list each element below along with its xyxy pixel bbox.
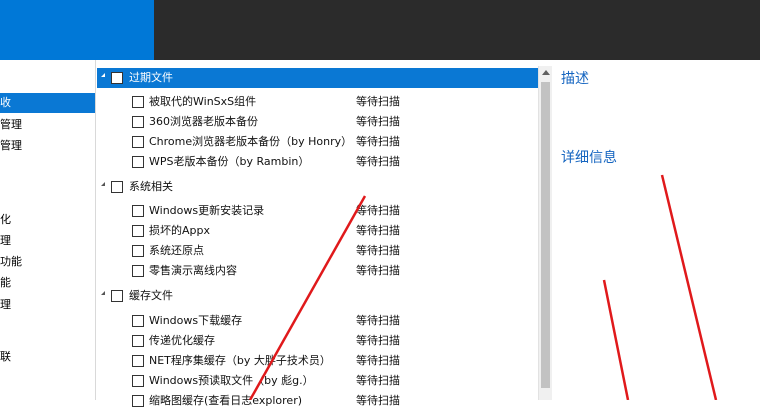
item-label: Chrome浏览器老版本备份（by Honry） xyxy=(149,135,353,148)
checkbox[interactable] xyxy=(132,136,144,148)
category-label: 过期文件 xyxy=(129,71,173,84)
tree-item[interactable]: Chrome浏览器老版本备份（by Honry） 等待扫描 xyxy=(97,132,538,152)
item-status: 等待扫描 xyxy=(356,115,400,128)
item-label: 360浏览器老版本备份 xyxy=(149,115,258,128)
checkbox[interactable] xyxy=(111,290,123,302)
item-status: 等待扫描 xyxy=(356,264,400,277)
scroll-up-arrow-icon[interactable] xyxy=(542,70,550,75)
expand-arrow-icon[interactable] xyxy=(101,182,105,186)
item-label: 缩略图缓存(查看日志explorer) xyxy=(149,394,303,407)
item-label: 传递优化缓存 xyxy=(149,334,215,347)
sidebar-item[interactable]: 能 xyxy=(0,273,95,293)
expand-arrow-icon[interactable] xyxy=(101,291,105,295)
item-status: 等待扫描 xyxy=(356,334,400,347)
category-row-system[interactable]: 系统相关 xyxy=(97,177,538,197)
sidebar-item[interactable]: 功能 xyxy=(0,252,95,272)
item-status: 等待扫描 xyxy=(356,314,400,327)
description-heading: 描述 xyxy=(561,71,589,87)
item-label: 被取代的WinSxS组件 xyxy=(149,95,257,108)
tree-item[interactable]: 360浏览器老版本备份 等待扫描 xyxy=(97,112,538,132)
category-label: 缓存文件 xyxy=(129,289,173,302)
item-status: 等待扫描 xyxy=(356,204,400,217)
checkbox[interactable] xyxy=(132,335,144,347)
item-status: 等待扫描 xyxy=(356,354,400,367)
item-label: 零售演示离线内容 xyxy=(149,264,237,277)
tree-item[interactable]: 被取代的WinSxS组件 等待扫描 xyxy=(97,92,538,112)
sidebar-item[interactable]: 理 xyxy=(0,295,95,315)
item-label: NET程序集缓存（by 大胖子技术员） xyxy=(149,354,331,367)
checkbox[interactable] xyxy=(111,72,123,84)
checkbox[interactable] xyxy=(132,375,144,387)
item-label: 系统还原点 xyxy=(149,244,204,257)
item-status: 等待扫描 xyxy=(356,374,400,387)
item-status: 等待扫描 xyxy=(356,224,400,237)
detail-panel: 描述 详细信息 xyxy=(553,60,760,400)
checkbox[interactable] xyxy=(132,395,144,407)
item-status: 等待扫描 xyxy=(356,155,400,168)
item-label: WPS老版本备份（by Rambin） xyxy=(149,155,310,168)
sidebar-item[interactable]: 管理 xyxy=(0,115,95,135)
tree-item[interactable]: 损坏的Appx 等待扫描 xyxy=(97,221,538,241)
title-bar xyxy=(0,0,760,60)
sidebar: 收 管理 管理 化 理 功能 能 理 联 xyxy=(0,60,96,400)
cleanup-tree: 过期文件 被取代的WinSxS组件 等待扫描 360浏览器老版本备份 等待扫描 … xyxy=(97,66,538,407)
category-row-cache[interactable]: 缓存文件 xyxy=(97,286,538,306)
details-heading: 详细信息 xyxy=(561,150,617,166)
tree-item[interactable]: 缩略图缓存(查看日志explorer) 等待扫描 xyxy=(97,391,538,411)
item-status: 等待扫描 xyxy=(356,394,400,407)
item-status: 等待扫描 xyxy=(356,95,400,108)
checkbox[interactable] xyxy=(132,245,144,257)
item-label: Windows更新安装记录 xyxy=(149,204,265,217)
tree-item[interactable]: NET程序集缓存（by 大胖子技术员） 等待扫描 xyxy=(97,351,538,371)
checkbox[interactable] xyxy=(132,315,144,327)
checkbox[interactable] xyxy=(132,265,144,277)
tree-item[interactable]: 零售演示离线内容 等待扫描 xyxy=(97,261,538,281)
item-label: 损坏的Appx xyxy=(149,224,210,237)
scroll-thumb[interactable] xyxy=(541,82,550,388)
sidebar-item[interactable]: 化 xyxy=(0,210,95,230)
checkbox[interactable] xyxy=(132,96,144,108)
tree-item[interactable]: Windows下载缓存 等待扫描 xyxy=(97,311,538,331)
checkbox[interactable] xyxy=(111,181,123,193)
vertical-scrollbar[interactable] xyxy=(538,66,552,400)
sidebar-item[interactable]: 联 xyxy=(0,347,95,367)
item-label: Windows下载缓存 xyxy=(149,314,243,327)
sidebar-item[interactable]: 理 xyxy=(0,231,95,251)
checkbox[interactable] xyxy=(132,116,144,128)
item-status: 等待扫描 xyxy=(356,244,400,257)
tree-item[interactable]: Windows更新安装记录 等待扫描 xyxy=(97,201,538,221)
item-label: Windows预读取文件（by 彪g.） xyxy=(149,374,314,387)
checkbox[interactable] xyxy=(132,156,144,168)
title-accent-block xyxy=(0,0,154,60)
tree-item[interactable]: WPS老版本备份（by Rambin） 等待扫描 xyxy=(97,152,538,172)
item-status: 等待扫描 xyxy=(356,135,400,148)
checkbox[interactable] xyxy=(132,205,144,217)
tree-item[interactable]: 传递优化缓存 等待扫描 xyxy=(97,331,538,351)
category-label: 系统相关 xyxy=(129,180,173,193)
checkbox[interactable] xyxy=(132,355,144,367)
tree-item[interactable]: Windows预读取文件（by 彪g.） 等待扫描 xyxy=(97,371,538,391)
expand-arrow-icon[interactable] xyxy=(101,73,105,77)
tree-item[interactable]: 系统还原点 等待扫描 xyxy=(97,241,538,261)
category-row-expired-files[interactable]: 过期文件 xyxy=(97,68,538,88)
checkbox[interactable] xyxy=(132,225,144,237)
sidebar-item[interactable]: 管理 xyxy=(0,136,95,156)
sidebar-item-selected[interactable]: 收 xyxy=(0,93,95,113)
